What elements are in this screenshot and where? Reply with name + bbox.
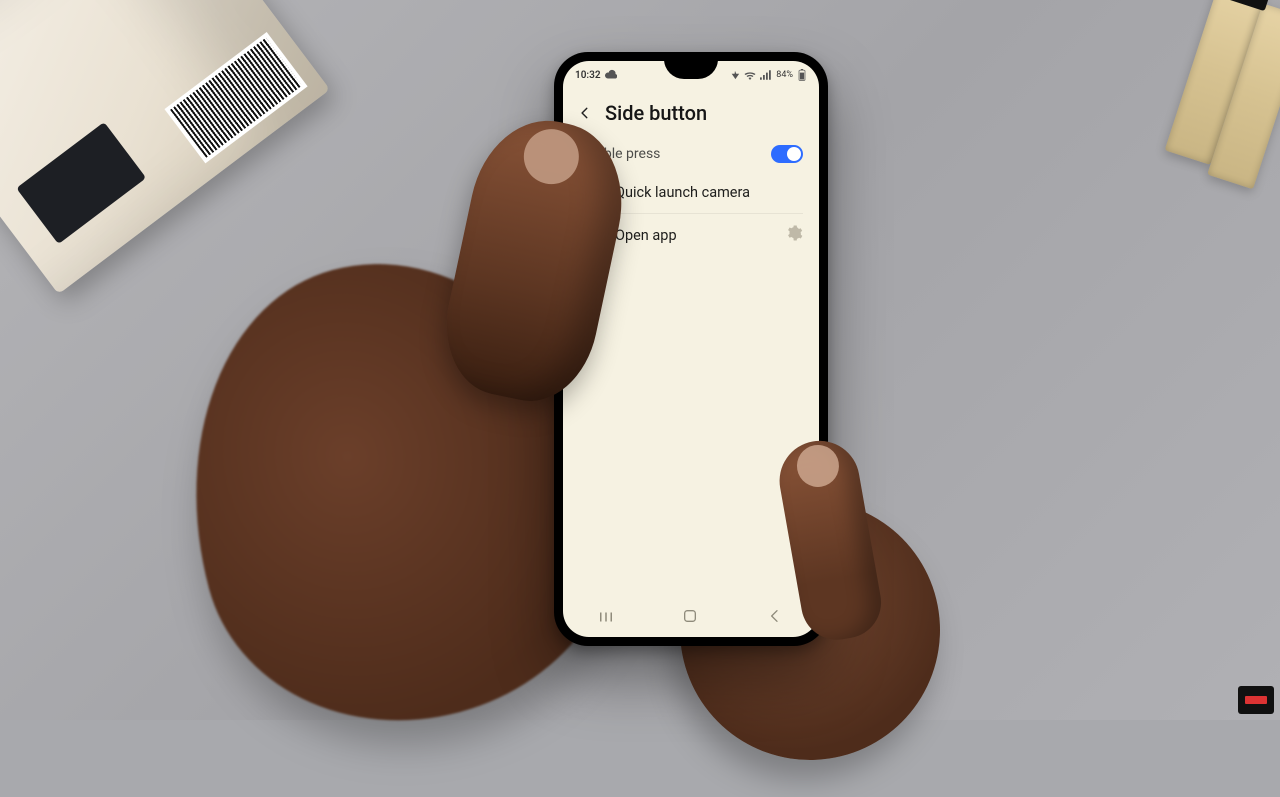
- status-battery-text: 84%: [776, 70, 793, 80]
- wifi-icon: [744, 70, 756, 80]
- location-icon: [730, 70, 740, 80]
- nav-home-icon[interactable]: [682, 608, 700, 626]
- status-time: 10:32: [575, 70, 601, 81]
- nav-back-icon[interactable]: [767, 608, 785, 626]
- page-title: Side button: [605, 101, 707, 125]
- back-icon[interactable]: [577, 105, 593, 121]
- app-header: Side button: [563, 87, 819, 135]
- battery-icon: [797, 69, 807, 81]
- box-model-label: Galaxy A06: [0, 0, 2, 135]
- cloud-icon: [605, 69, 617, 82]
- android-nav-bar: [563, 601, 819, 633]
- signal-icon: [760, 70, 772, 80]
- double-press-toggle[interactable]: [771, 145, 803, 163]
- option-label: Open app: [615, 227, 771, 244]
- channel-logo: [1238, 686, 1274, 714]
- option-label: Quick launch camera: [615, 184, 803, 201]
- nav-recents-icon[interactable]: [597, 608, 615, 626]
- box-dark-corner: [16, 122, 146, 244]
- gear-icon[interactable]: [785, 224, 803, 246]
